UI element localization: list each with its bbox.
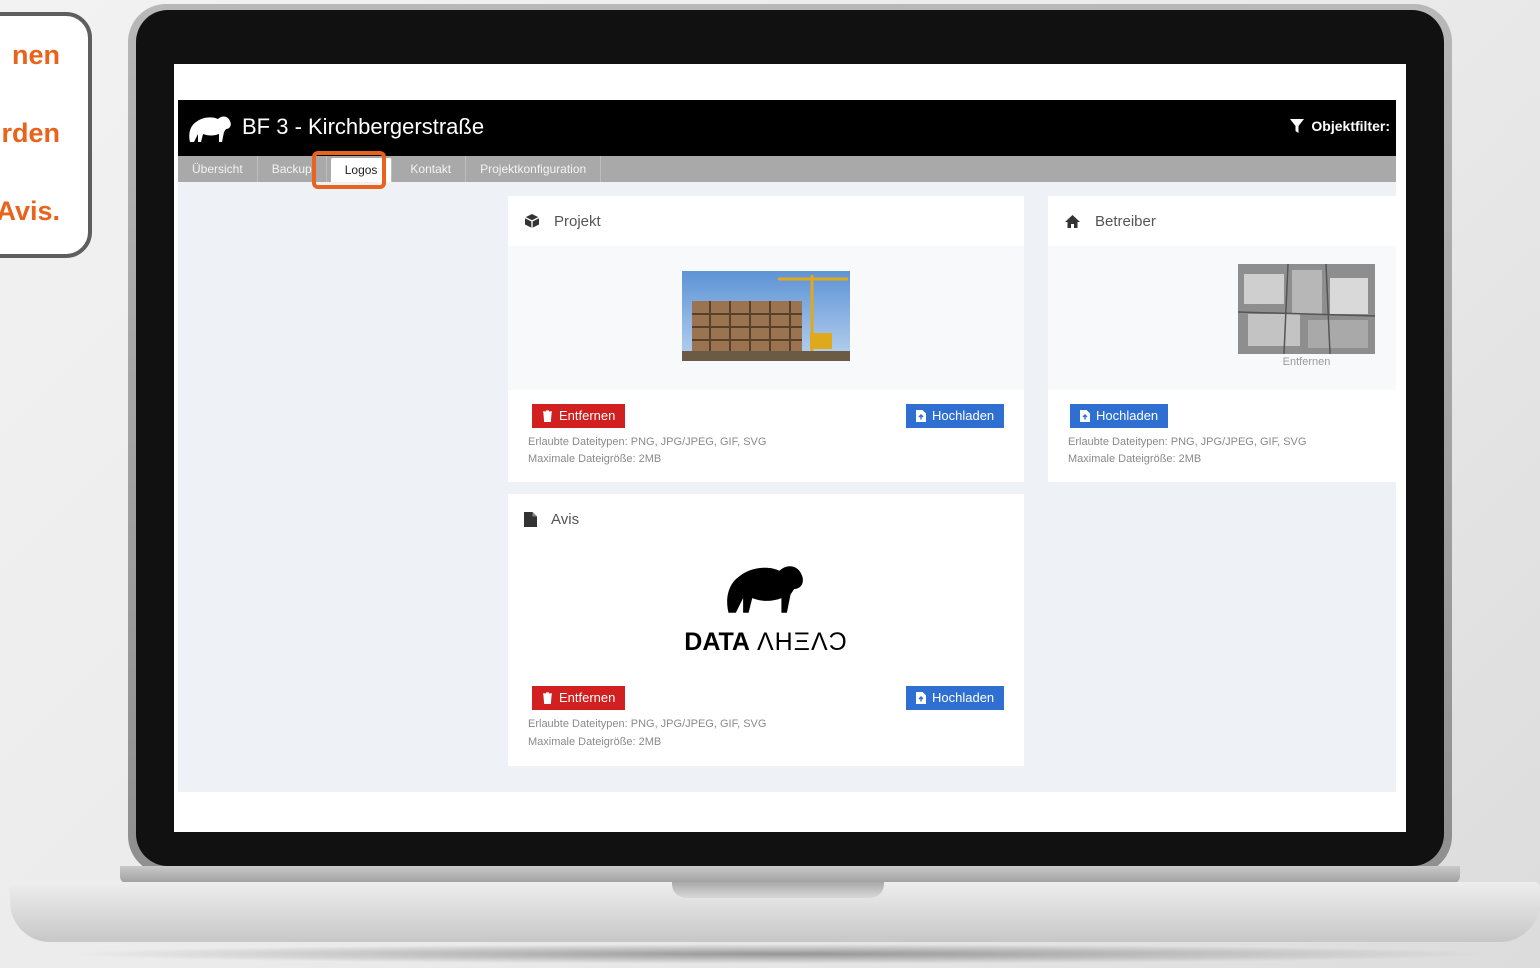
- betreiber-upload-label: Hochladen: [1096, 408, 1159, 423]
- panel-avis-title: Avis: [551, 510, 580, 528]
- tab-kontakt[interactable]: Kontakt: [396, 156, 467, 182]
- projekt-image: [682, 271, 850, 361]
- panel-betreiber-header: Betreiber: [1048, 196, 1396, 247]
- betreiber-hint-filesize: Maximale Dateigröße: 2MB: [1068, 453, 1202, 465]
- panel-avis-header: Avis: [508, 494, 1024, 545]
- projekt-upload-button[interactable]: Hochladen: [906, 404, 1005, 428]
- projekt-remove-button[interactable]: Entfernen: [532, 404, 626, 428]
- projekt-hint-filetypes: Erlaubte Dateitypen: PNG, JPG/JPEG, GIF,…: [528, 436, 767, 448]
- object-filter[interactable]: Objektfilter:: [1289, 118, 1390, 134]
- bison-logo-icon: [189, 116, 231, 142]
- home-icon: [1065, 214, 1080, 228]
- avis-remove-button[interactable]: Entfernen: [532, 686, 626, 710]
- logo-text-data: DATA: [684, 628, 750, 656]
- panel-projekt-title: Projekt: [554, 212, 601, 230]
- filter-icon: [1290, 119, 1305, 133]
- panel-betreiber-title: Betreiber: [1095, 212, 1156, 230]
- avis-hint-filetypes: Erlaubte Dateitypen: PNG, JPG/JPEG, GIF,…: [528, 718, 767, 730]
- callout-line-2: rden: [1, 118, 60, 148]
- app-header: BF 3 - Kirchbergerstraße Objektfilter:: [178, 100, 1396, 156]
- panel-betreiber: Betreiber Entfernen Hochladen Erlaubte D…: [1048, 196, 1396, 482]
- trash-icon: [543, 692, 552, 704]
- file-upload-icon: [916, 410, 926, 422]
- page-title: BF 3 - Kirchbergerstraße: [242, 114, 485, 139]
- document-icon: [524, 511, 537, 527]
- panel-projekt-header: Projekt: [508, 196, 1024, 247]
- logo-text-ahead: ΛHΞΛƆ: [756, 628, 848, 656]
- app-window: BF 3 - Kirchbergerstraße Objektfilter: Ü…: [178, 100, 1396, 792]
- tab-uebersicht[interactable]: Übersicht: [178, 156, 258, 182]
- tab-projektkonfiguration[interactable]: Projektkonfiguration: [466, 156, 602, 182]
- projekt-upload-label: Hochladen: [932, 408, 995, 423]
- betreiber-hint-filetypes: Erlaubte Dateitypen: PNG, JPG/JPEG, GIF,…: [1068, 436, 1307, 448]
- data-ahead-logo-text: DATA ΛHΞΛƆ: [508, 628, 1024, 657]
- panel-projekt: Projekt Entfernen Hochladen Erlaubte Dat…: [508, 196, 1024, 482]
- cube-icon: [524, 214, 540, 228]
- file-upload-icon: [916, 692, 926, 704]
- callout-line-1: nen: [11, 40, 60, 70]
- callout-line-4: Avis.: [0, 196, 60, 226]
- avis-upload-label: Hochladen: [932, 690, 995, 705]
- data-ahead-bison-logo-icon: [727, 566, 803, 613]
- callout-bubble: nen rden , Avis.: [0, 12, 92, 258]
- avis-upload-button[interactable]: Hochladen: [906, 686, 1005, 710]
- betreiber-upload-button[interactable]: Hochladen: [1070, 404, 1169, 428]
- avis-remove-label: Entfernen: [559, 690, 616, 705]
- object-filter-label: Objektfilter:: [1311, 118, 1390, 134]
- betreiber-image: [1238, 264, 1375, 354]
- trash-icon: [543, 410, 552, 422]
- file-upload-icon: [1080, 410, 1090, 422]
- laptop-base: [0, 866, 1540, 968]
- projekt-remove-label: Entfernen: [559, 408, 616, 423]
- betreiber-image-caption[interactable]: Entfernen: [1238, 356, 1375, 368]
- projekt-hint-filesize: Maximale Dateigröße: 2MB: [528, 453, 662, 465]
- panel-avis: Avis DATA ΛHΞΛƆ Entfernen Hochladen Erla…: [508, 494, 1024, 766]
- logos-tab-highlight: [312, 151, 386, 189]
- avis-hint-filesize: Maximale Dateigröße: 2MB: [528, 736, 662, 748]
